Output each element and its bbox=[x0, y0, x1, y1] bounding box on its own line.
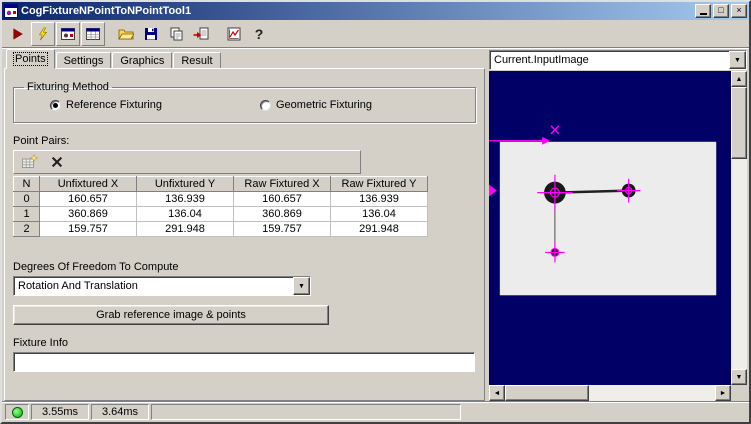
point-pairs-table[interactable]: N Unfixtured X Unfixtured Y Raw Fixtured… bbox=[13, 176, 428, 237]
table-header-row: N Unfixtured X Unfixtured Y Raw Fixtured… bbox=[13, 176, 428, 192]
scroll-down-button[interactable]: ▼ bbox=[731, 369, 747, 385]
image-window-icon bbox=[61, 27, 75, 40]
left-panel: Points Settings Graphics Result Fixturin… bbox=[4, 48, 485, 401]
radio-dot-icon bbox=[260, 99, 271, 111]
table-row[interactable]: 1 360.869 136.04 360.869 136.04 bbox=[13, 206, 428, 222]
image-display-toggle[interactable] bbox=[56, 21, 80, 46]
horizontal-scroll-track[interactable] bbox=[589, 385, 715, 401]
minimize-icon bbox=[699, 13, 707, 15]
table-row[interactable]: 0 160.657 136.939 160.657 136.939 bbox=[13, 191, 428, 207]
svg-text:?: ? bbox=[255, 26, 264, 42]
image-frame: ▲ ▼ ◄ ► bbox=[489, 71, 747, 401]
lightning-icon bbox=[38, 27, 48, 40]
delete-x-icon bbox=[51, 156, 63, 168]
vertical-scrollbar[interactable]: ▲ ▼ bbox=[731, 71, 747, 385]
run-button[interactable] bbox=[6, 22, 30, 46]
col-header-unfixtured-x[interactable]: Unfixtured X bbox=[39, 176, 137, 192]
help-icon: ? bbox=[255, 26, 264, 42]
scroll-right-button[interactable]: ► bbox=[715, 385, 731, 401]
tab-settings[interactable]: Settings bbox=[55, 52, 112, 69]
image-panel: Current.InputImage ▼ ▲ ▼ ◄ ► bbox=[489, 48, 747, 401]
tab-points[interactable]: Points bbox=[6, 49, 55, 69]
col-header-n[interactable]: N bbox=[13, 176, 40, 192]
grab-reference-button[interactable]: Grab reference image & points bbox=[13, 305, 329, 325]
scroll-up-button[interactable]: ▲ bbox=[731, 71, 747, 87]
import-icon bbox=[193, 27, 209, 39]
copy-icon bbox=[170, 27, 183, 40]
add-point-pair-button[interactable] bbox=[19, 153, 39, 171]
maximize-button[interactable]: □ bbox=[713, 4, 729, 18]
add-point-pair-icon bbox=[21, 154, 38, 168]
tool-window: CogFixtureNPointToNPointTool1 □ × ? Poin… bbox=[0, 0, 751, 424]
grid-display-toggle[interactable] bbox=[81, 21, 105, 46]
image-graphics bbox=[489, 71, 731, 385]
window-icon bbox=[4, 4, 18, 18]
import-button[interactable] bbox=[189, 22, 213, 46]
image-display[interactable] bbox=[489, 71, 731, 385]
dof-label: Degrees Of Freedom To Compute bbox=[13, 261, 179, 273]
point-pairs-toolbar bbox=[13, 150, 361, 174]
radio-geometric-fixturing[interactable]: Geometric Fixturing bbox=[260, 99, 372, 111]
dropdown-arrow-icon[interactable]: ▼ bbox=[293, 277, 310, 295]
table-row[interactable]: 2 159.757 291.948 159.757 291.948 bbox=[13, 221, 428, 237]
col-header-unfixtured-y[interactable]: Unfixtured Y bbox=[136, 176, 234, 192]
floppy-icon bbox=[145, 27, 157, 40]
radio-dot-icon bbox=[50, 99, 61, 111]
dof-combobox[interactable]: Rotation And Translation ▼ bbox=[13, 276, 311, 296]
fixture-info-label: Fixture Info bbox=[13, 337, 69, 349]
tab-strip: Points Settings Graphics Result bbox=[4, 48, 485, 69]
tab-graphics[interactable]: Graphics bbox=[112, 52, 173, 69]
help-button[interactable]: ? bbox=[247, 22, 271, 46]
horizontal-scroll-thumb[interactable] bbox=[505, 385, 589, 401]
results-button[interactable] bbox=[222, 22, 246, 46]
status-time-1: 3.55ms bbox=[31, 404, 89, 420]
fixturing-method-group: Fixturing Method Reference Fixturing Geo… bbox=[13, 81, 476, 123]
status-led-panel bbox=[5, 404, 29, 420]
run-continuous-button[interactable] bbox=[31, 21, 55, 46]
toolbar-separator bbox=[214, 24, 221, 44]
dropdown-arrow-icon[interactable]: ▼ bbox=[729, 51, 746, 69]
save-button[interactable] bbox=[139, 22, 163, 46]
window-title: CogFixtureNPointToNPointTool1 bbox=[21, 5, 192, 17]
status-message-panel bbox=[151, 404, 461, 420]
vertical-scroll-track[interactable] bbox=[731, 159, 747, 369]
fixture-info-input[interactable] bbox=[13, 352, 475, 372]
main-area: Points Settings Graphics Result Fixturin… bbox=[2, 48, 749, 401]
dof-selected-value: Rotation And Translation bbox=[18, 280, 138, 292]
main-toolbar: ? bbox=[2, 20, 749, 48]
scroll-left-button[interactable]: ◄ bbox=[489, 385, 505, 401]
copy-button[interactable] bbox=[164, 22, 188, 46]
toolbar-separator bbox=[106, 24, 113, 44]
col-header-raw-fixtured-x[interactable]: Raw Fixtured X bbox=[233, 176, 331, 192]
tab-result[interactable]: Result bbox=[173, 52, 221, 69]
radio-reference-fixturing[interactable]: Reference Fixturing bbox=[50, 99, 260, 111]
scrollbar-corner bbox=[731, 385, 747, 401]
vertical-scroll-thumb[interactable] bbox=[731, 87, 747, 159]
fixturing-method-legend: Fixturing Method bbox=[27, 81, 109, 93]
close-button[interactable]: × bbox=[731, 4, 747, 18]
horizontal-scrollbar[interactable]: ◄ ► bbox=[489, 385, 731, 401]
delete-point-pair-button[interactable] bbox=[47, 153, 67, 171]
image-source-value: Current.InputImage bbox=[494, 54, 589, 66]
title-bar[interactable]: CogFixtureNPointToNPointTool1 □ × bbox=[2, 2, 749, 20]
open-folder-icon bbox=[118, 29, 134, 39]
input-image-region bbox=[499, 141, 717, 296]
status-time-2: 3.64ms bbox=[91, 404, 149, 420]
chart-icon bbox=[227, 27, 241, 40]
col-header-raw-fixtured-y[interactable]: Raw Fixtured Y bbox=[330, 176, 428, 192]
image-source-combobox[interactable]: Current.InputImage ▼ bbox=[489, 50, 747, 70]
status-led-icon bbox=[11, 406, 23, 418]
open-button[interactable] bbox=[114, 22, 138, 46]
points-tab-page: Fixturing Method Reference Fixturing Geo… bbox=[4, 68, 485, 401]
point-pairs-label: Point Pairs: bbox=[13, 135, 70, 147]
status-bar: 3.55ms 3.64ms bbox=[2, 401, 749, 422]
run-icon bbox=[13, 27, 23, 40]
grid-window-icon bbox=[86, 27, 100, 40]
minimize-button[interactable] bbox=[695, 4, 711, 18]
